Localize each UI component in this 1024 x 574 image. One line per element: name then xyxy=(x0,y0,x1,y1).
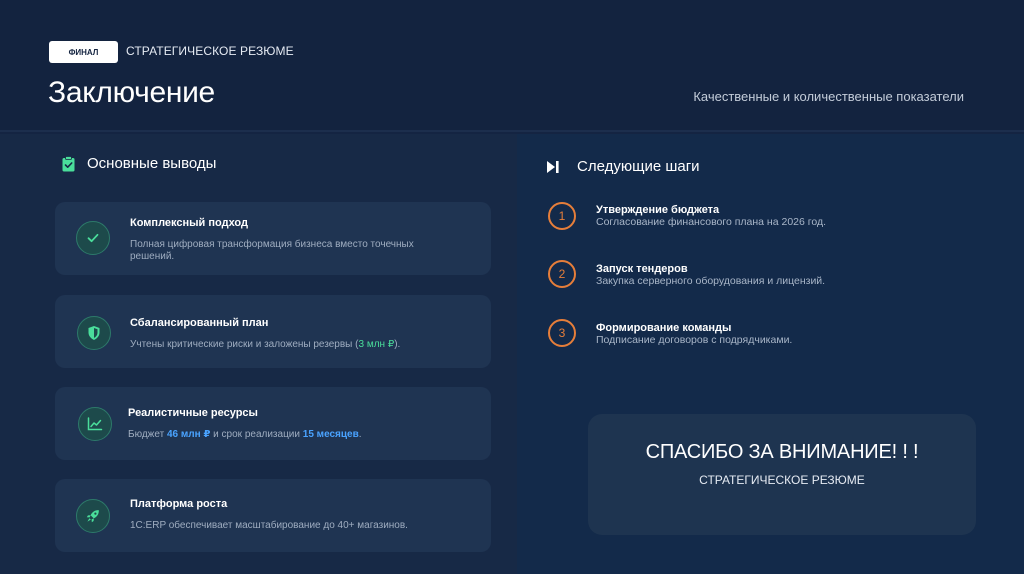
check-icon xyxy=(76,221,110,255)
page-title: Заключение xyxy=(48,76,215,109)
card-title: Платформа роста xyxy=(130,498,228,510)
step-description: Закупка серверного оборудования и лиценз… xyxy=(596,275,826,287)
final-badge: ФИНАЛ xyxy=(49,41,118,63)
card-title: Сбалансированный план xyxy=(130,317,269,329)
card-description-text: Бюджет xyxy=(128,429,167,440)
conclusion-card-resources: Реалистичные ресурсы Бюджет 46 млн ₽ и с… xyxy=(55,387,491,460)
card-description: 1С:ERP обеспечивает масштабирование до 4… xyxy=(130,520,408,531)
step-number-3: 3 xyxy=(548,319,576,347)
card-description-line: Полная цифровая трансформация бизнеса вм… xyxy=(130,239,414,250)
card-description: Бюджет 46 млн ₽ и срок реализации 15 мес… xyxy=(128,429,362,441)
header: ФИНАЛ СТРАТЕГИЧЕСКОЕ РЕЗЮМЕ Заключение К… xyxy=(0,0,1024,132)
header-caption: Качественные и количественные показатели xyxy=(693,89,964,104)
card-description-text: и срок реализации xyxy=(210,429,303,440)
conclusions-heading: Основные выводы xyxy=(62,155,216,172)
rocket-icon xyxy=(76,499,110,533)
thank-you-subtitle: СТРАТЕГИЧЕСКОЕ РЕЗЮМЕ xyxy=(699,473,865,487)
card-description-text: Учтены критические риски и заложены резе… xyxy=(130,339,359,350)
chart-line-icon xyxy=(78,407,112,441)
budget-amount: 46 млн ₽ xyxy=(166,429,211,440)
step-title: Запуск тендеров xyxy=(596,263,688,275)
card-description-line: решений. xyxy=(130,251,175,262)
shield-icon xyxy=(77,316,111,350)
timeline-duration: 15 месяцев xyxy=(302,429,359,440)
next-steps-heading-text: Следующие шаги xyxy=(577,158,700,175)
step-description: Согласование финансового плана на 2026 г… xyxy=(596,216,827,228)
step-description: Подписание договоров с подрядчиками. xyxy=(596,334,793,346)
card-title: Реалистичные ресурсы xyxy=(128,407,258,419)
next-steps-heading: Следующие шаги xyxy=(546,158,700,175)
conclusions-heading-text: Основные выводы xyxy=(87,155,217,172)
step-title: Утверждение бюджета xyxy=(596,204,720,216)
step-number-2: 2 xyxy=(548,260,576,288)
step-number-1: 1 xyxy=(548,202,576,230)
conclusion-card-comprehensive: Комплексный подход Полная цифровая транс… xyxy=(55,202,491,275)
header-subtitle: СТРАТЕГИЧЕСКОЕ РЕЗЮМЕ xyxy=(126,44,294,58)
reserve-amount: 3 млн ₽ xyxy=(358,339,395,350)
clipboard-check-icon xyxy=(62,155,75,171)
card-description: Полная цифровая трансформация бизнеса вм… xyxy=(130,239,414,263)
card-description: Учтены критические риски и заложены резе… xyxy=(130,339,400,351)
card-description-text: ). xyxy=(394,339,401,350)
play-next-icon xyxy=(547,160,559,173)
card-title: Комплексный подход xyxy=(130,217,248,229)
thank-you-box: СПАСИБО ЗА ВНИМАНИЕ! ! ! СТРАТЕГИЧЕСКОЕ … xyxy=(588,414,976,535)
conclusion-card-platform: Платформа роста 1С:ERP обеспечивает масш… xyxy=(55,479,491,552)
thank-you-title: СПАСИБО ЗА ВНИМАНИЕ! ! ! xyxy=(645,441,919,463)
card-description-text: . xyxy=(358,429,362,440)
conclusion-card-balanced: Сбалансированный план Учтены критические… xyxy=(55,295,491,368)
step-title: Формирование команды xyxy=(596,322,732,334)
